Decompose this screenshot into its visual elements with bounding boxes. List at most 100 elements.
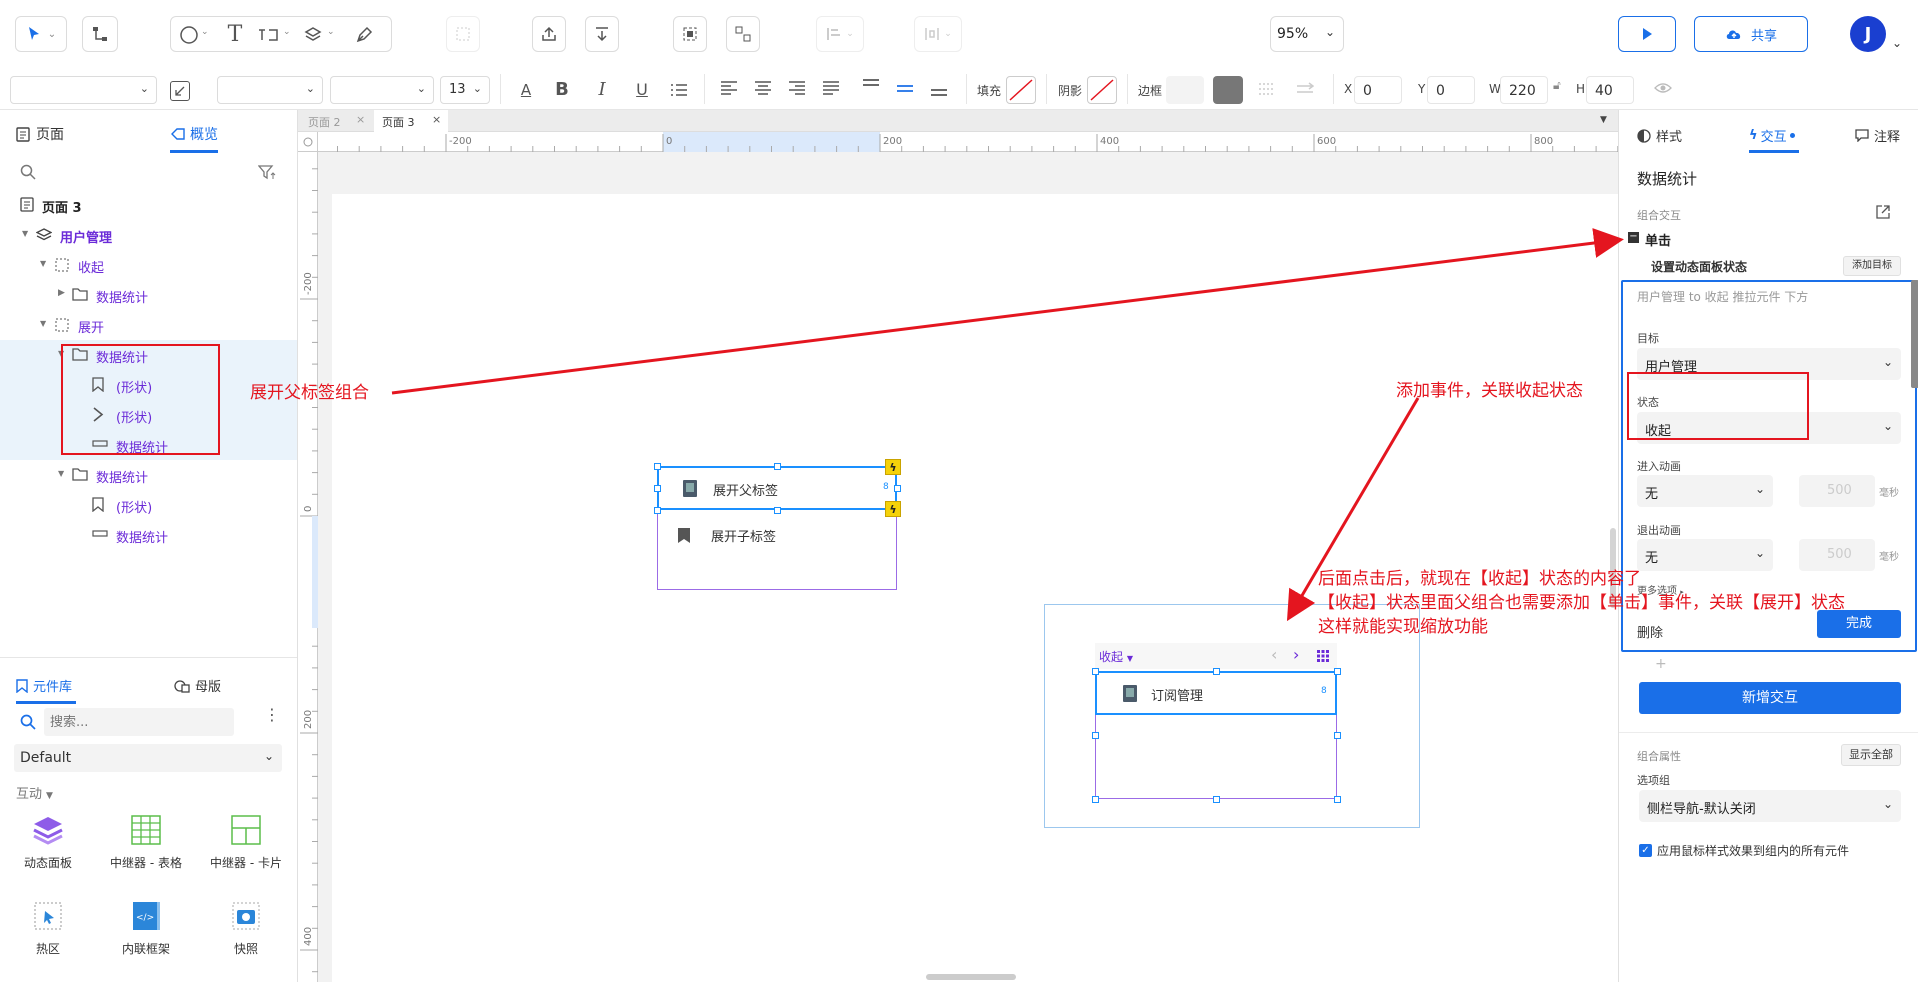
resize-handle[interactable]: [774, 463, 781, 470]
resize-handle[interactable]: [1334, 732, 1341, 739]
chevron-down-icon[interactable]: ⌄: [1892, 36, 1902, 50]
font-weight-select[interactable]: ⌄: [330, 76, 434, 104]
tree-item[interactable]: 数据统计: [0, 520, 297, 550]
border-width-input[interactable]: [1166, 76, 1204, 104]
resize-handle[interactable]: [1213, 668, 1220, 675]
group-button[interactable]: [673, 16, 707, 52]
collapse-event-icon[interactable]: −: [1628, 232, 1639, 243]
enter-animation-select[interactable]: 无 ⌄: [1637, 475, 1773, 507]
border-style-icon[interactable]: [1258, 82, 1276, 96]
caret-down-icon[interactable]: ▼: [40, 259, 46, 268]
distribute-menu-button[interactable]: ⌄: [914, 16, 962, 52]
event-label[interactable]: 单击: [1645, 230, 1671, 249]
chevron-down-icon[interactable]: ⌄: [327, 27, 335, 37]
close-icon[interactable]: ×: [356, 113, 365, 126]
show-all-button[interactable]: 显示全部: [1841, 744, 1901, 766]
align-left-icon[interactable]: [720, 80, 738, 96]
tree-item[interactable]: ▼ 展开: [0, 310, 297, 340]
open-external-icon[interactable]: [1875, 204, 1891, 224]
exit-animation-select[interactable]: 无 ⌄: [1637, 539, 1773, 571]
resize-handle[interactable]: [1213, 796, 1220, 803]
tab-notes[interactable]: 注释: [1855, 126, 1900, 145]
select-tool-button[interactable]: ⌄: [15, 16, 67, 52]
resize-handle[interactable]: [654, 507, 661, 514]
resize-handle[interactable]: [774, 507, 781, 514]
state-dropdown[interactable]: 收起 ▼: [1099, 648, 1133, 665]
resize-handle[interactable]: [1092, 796, 1099, 803]
resize-handle[interactable]: [894, 485, 901, 492]
bring-front-button[interactable]: [532, 16, 566, 52]
exit-duration-input[interactable]: 500: [1799, 539, 1875, 571]
tab-interactions[interactable]: ϟ 交互: [1749, 126, 1795, 145]
send-back-button[interactable]: [585, 16, 619, 52]
widget-snapshot[interactable]: 快照: [201, 900, 291, 970]
x-input[interactable]: 0: [1354, 76, 1402, 104]
library-search-input[interactable]: [44, 708, 234, 736]
style-edit-icon[interactable]: [170, 81, 190, 101]
valign-middle-icon[interactable]: [896, 82, 914, 98]
font-family-select[interactable]: ⌄: [217, 76, 323, 104]
tab-page-2[interactable]: 页面 2 ×: [298, 110, 372, 132]
resize-handle[interactable]: [1092, 732, 1099, 739]
crop-tool-button[interactable]: [446, 16, 480, 52]
caret-right-icon[interactable]: ▶: [58, 288, 65, 298]
interaction-lightning-icon[interactable]: ϟ: [885, 459, 901, 475]
zoom-select[interactable]: 95% ⌄: [1270, 16, 1344, 52]
w-input[interactable]: 220: [1500, 76, 1548, 104]
search-icon[interactable]: [20, 164, 36, 180]
h-input[interactable]: 40: [1586, 76, 1634, 104]
widget-hotspot[interactable]: 热区: [3, 900, 93, 970]
tree-item[interactable]: ▼ 数据统计: [0, 460, 297, 490]
tab-library[interactable]: 元件库: [16, 676, 72, 695]
justify-icon[interactable]: [822, 80, 840, 96]
tab-page-3[interactable]: 页面 3 ×: [374, 110, 448, 132]
more-options-icon[interactable]: ⋮: [264, 707, 280, 723]
tab-style[interactable]: 样式: [1637, 126, 1682, 145]
underline-icon[interactable]: U: [632, 78, 652, 100]
bullet-list-icon[interactable]: [668, 80, 690, 100]
tree-item[interactable]: ▶ 数据统计: [0, 280, 297, 310]
ungroup-button[interactable]: [726, 16, 760, 52]
tab-overview[interactable]: 概览: [170, 124, 218, 144]
bold-icon[interactable]: B: [552, 78, 572, 100]
resize-handle[interactable]: [1092, 668, 1099, 675]
done-button[interactable]: 完成: [1817, 610, 1901, 638]
style-select[interactable]: ⌄: [10, 76, 157, 104]
preview-item-row[interactable]: 订阅管理 8: [1095, 671, 1337, 715]
action-label[interactable]: 设置动态面板状态: [1651, 258, 1747, 275]
apply-cursor-checkbox[interactable]: ✓: [1639, 844, 1652, 857]
align-center-icon[interactable]: [754, 80, 772, 96]
library-select[interactable]: Default ⌄: [14, 744, 282, 772]
tree-item[interactable]: (形状): [0, 490, 297, 520]
filter-icon[interactable]: [258, 164, 276, 180]
ellipse-tool-icon[interactable]: [177, 23, 201, 47]
arrow-style-icon[interactable]: [1296, 82, 1314, 96]
add-interaction-button[interactable]: 新增交互: [1639, 682, 1901, 714]
section-interactive[interactable]: 互动 ▼: [16, 783, 53, 802]
chevron-down-icon[interactable]: ⌄: [201, 27, 209, 37]
tab-pages[interactable]: 页面: [16, 124, 64, 144]
layers-tool-icon[interactable]: [301, 23, 325, 47]
grid-icon[interactable]: [1317, 650, 1329, 662]
add-action-icon[interactable]: +: [1655, 656, 1667, 672]
enter-duration-input[interactable]: 500: [1799, 475, 1875, 507]
widget-repeater-card[interactable]: 中继器 - 卡片: [201, 814, 291, 884]
avatar[interactable]: J: [1850, 16, 1886, 52]
horizontal-scrollbar[interactable]: [926, 974, 1016, 980]
resize-handle[interactable]: [1334, 668, 1341, 675]
widget-dynamic-panel[interactable]: 动态面板: [3, 814, 93, 884]
fill-color-swatch[interactable]: [1006, 76, 1036, 104]
shadow-color-swatch[interactable]: [1087, 76, 1117, 104]
prev-state-icon[interactable]: ‹: [1271, 645, 1277, 664]
share-button[interactable]: 共享: [1694, 16, 1808, 52]
resize-handle[interactable]: [1334, 796, 1341, 803]
next-state-icon[interactable]: ›: [1293, 645, 1299, 664]
resize-handle[interactable]: [654, 485, 661, 492]
widget-inline-frame[interactable]: </> 内联框架: [101, 900, 191, 970]
align-menu-button[interactable]: ⌄: [816, 16, 864, 52]
text-tool-icon[interactable]: T: [223, 22, 247, 47]
tabs-dropdown-icon[interactable]: ▼: [1600, 115, 1607, 125]
tree-item[interactable]: 页面 3: [0, 190, 297, 220]
connector-tool-button[interactable]: [82, 16, 118, 52]
close-icon[interactable]: ×: [432, 113, 441, 126]
